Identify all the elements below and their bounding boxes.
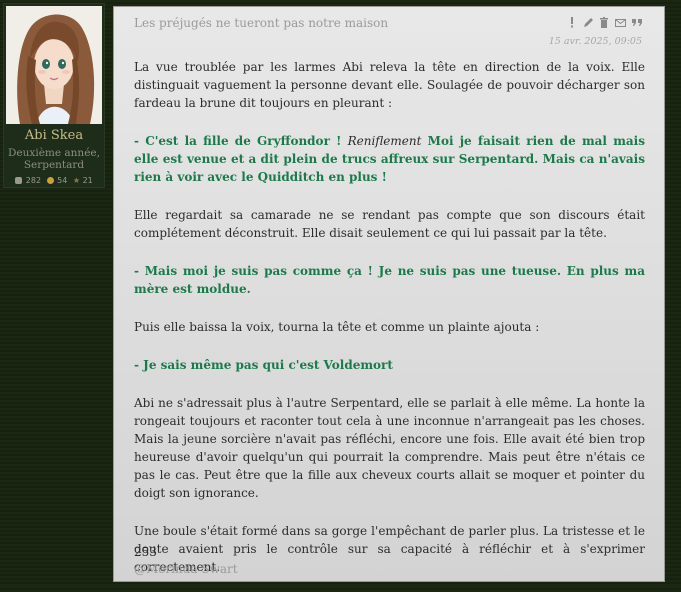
- narration-paragraph: Elle regardait sa camarade ne se rendant…: [134, 208, 645, 240]
- action-text: Reniflement: [347, 134, 422, 148]
- galleon-count: 54: [57, 176, 68, 185]
- mention-tag: @Merinda Swart: [134, 562, 238, 576]
- narration-paragraph: Puis elle baissa la voix, tourna la tête…: [134, 320, 540, 334]
- username[interactable]: Abi Skea: [4, 128, 104, 143]
- dialogue-paragraph: - C'est la fille de Gryffondor ! Renifle…: [134, 132, 645, 186]
- post: Les préjugés ne tueront pas notre maison…: [113, 6, 665, 582]
- post-content: La vue troublée par les larmes Abi relev…: [134, 58, 645, 592]
- dialogue-paragraph: - Mais moi je suis pas comme ça ! Je ne …: [134, 264, 645, 296]
- message-icon: [15, 177, 23, 184]
- post-date: 15 avr. 2025, 09:05: [548, 36, 642, 47]
- edit-icon[interactable]: [583, 17, 593, 28]
- post-actions: [567, 17, 642, 28]
- narration-paragraph: La vue troublée par les larmes Abi relev…: [134, 60, 645, 110]
- post-count: 282: [25, 176, 42, 185]
- author-profile: Abi Skea Deuxième année, Serpentard 282 …: [4, 4, 104, 187]
- points-count: 21: [82, 176, 93, 185]
- word-count: 253: [134, 545, 157, 559]
- user-year: Deuxième année,: [8, 147, 100, 159]
- star-icon: ★: [72, 176, 81, 185]
- narration-paragraph: Abi ne s'adressait plus à l'autre Serpen…: [134, 396, 645, 500]
- galleon-icon: [46, 177, 54, 184]
- user-stats: 282 54 ★ 21: [4, 176, 104, 185]
- mail-icon[interactable]: [615, 17, 626, 28]
- report-icon[interactable]: [567, 17, 577, 28]
- avatar[interactable]: [6, 6, 102, 124]
- dialogue-paragraph: - Je sais même pas qui c'est Voldemort: [134, 358, 393, 372]
- user-house: Serpentard: [23, 159, 85, 171]
- delete-icon[interactable]: [599, 17, 609, 28]
- quote-icon[interactable]: [632, 17, 642, 28]
- post-title[interactable]: Les préjugés ne tueront pas notre maison: [134, 16, 388, 30]
- dialogue-text: - C'est la fille de Gryffondor !: [134, 134, 342, 148]
